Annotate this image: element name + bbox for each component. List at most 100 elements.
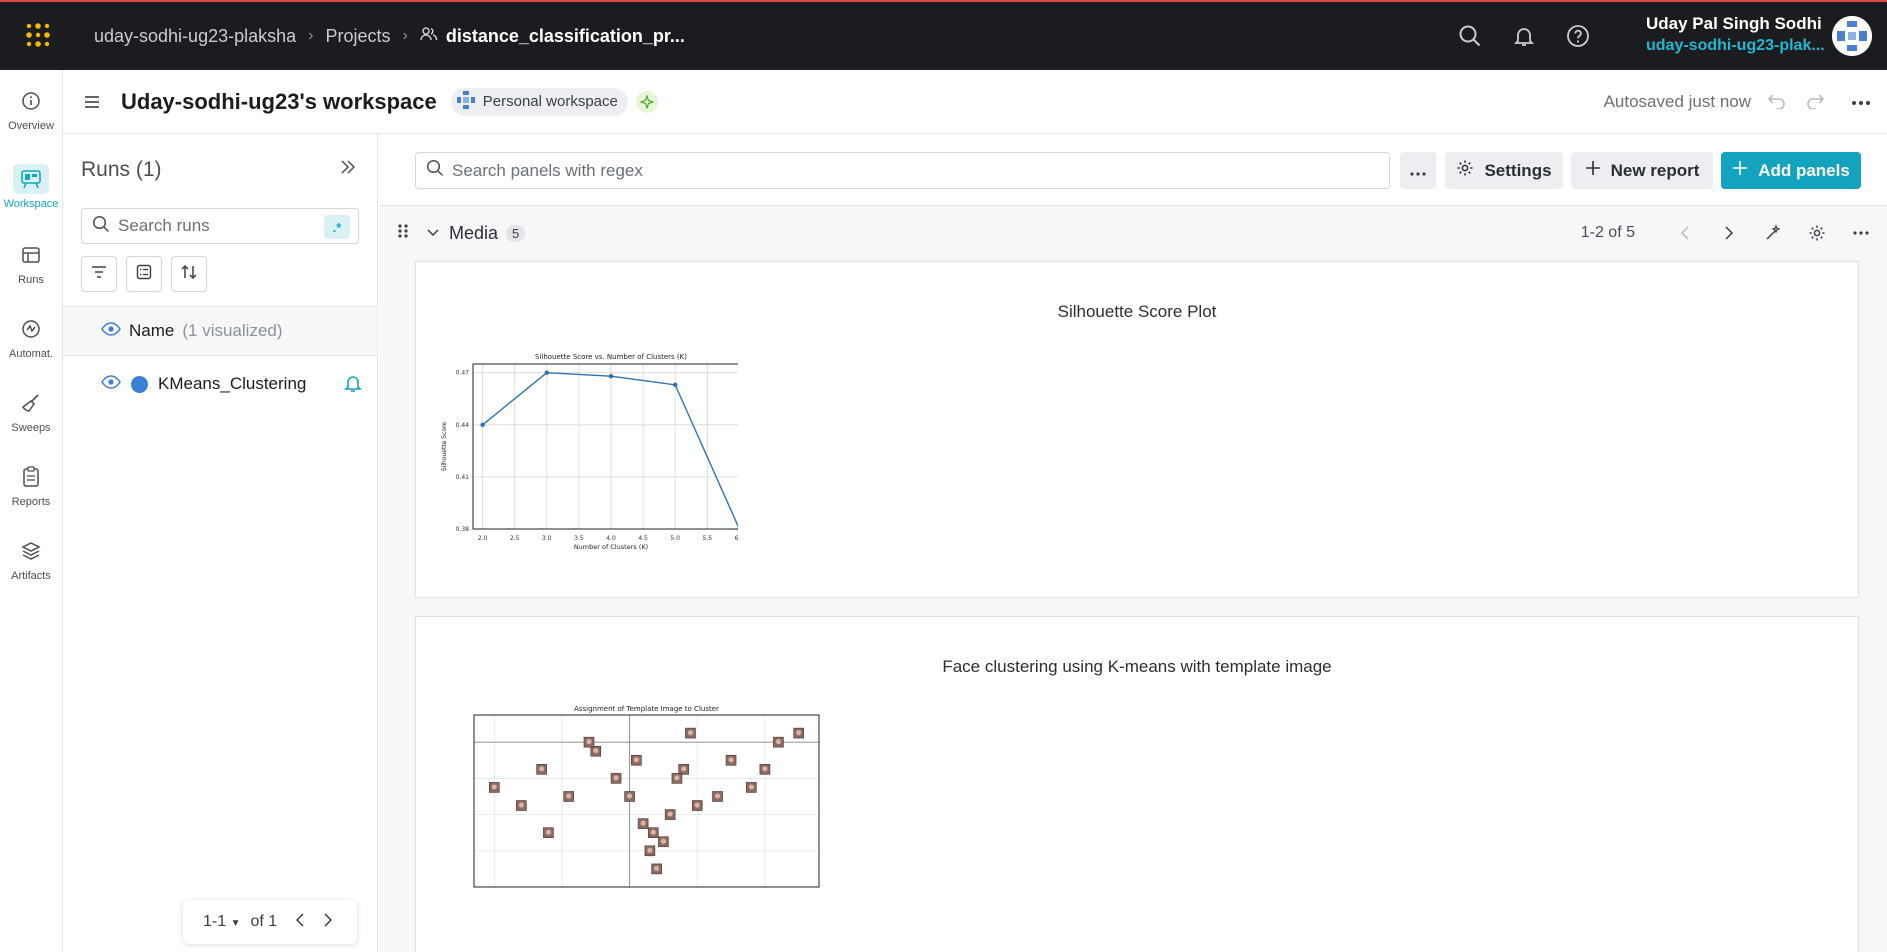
add-panels-label: Add panels: [1758, 160, 1850, 180]
nav-label: Automat.: [8, 348, 54, 360]
runs-table-header: Name (1 visualized): [63, 306, 377, 356]
face-clustering-chart: Assignment of Template Image to Cluster: [473, 705, 820, 888]
nav-overview[interactable]: Overview: [0, 78, 62, 140]
eye-icon[interactable]: [101, 321, 121, 341]
plot-frame: [472, 363, 738, 530]
broom-icon: [13, 388, 49, 418]
new-report-label: New report: [1610, 160, 1700, 180]
column-name[interactable]: Name: [129, 321, 174, 341]
chart-title: Silhouette Score vs. Number of Clusters …: [535, 353, 687, 361]
team-icon: [420, 26, 438, 47]
face-thumbnail: [647, 847, 653, 853]
search-icon[interactable]: [1456, 22, 1484, 50]
more-options-icon[interactable]: [1851, 93, 1871, 111]
chevron-right-icon[interactable]: [1707, 226, 1751, 240]
workspace-header: Uday-sodhi-ug23's workspace Personal wor…: [63, 70, 1887, 134]
breadcrumb-org[interactable]: uday-sodhi-ug23-plaksha: [94, 26, 296, 47]
user-name: Uday Pal Singh Sodhi: [1646, 14, 1822, 33]
data-point: [608, 373, 614, 379]
y-axis-label: Silhouette Score: [441, 422, 448, 472]
search-runs-input[interactable]: Search runs .*: [81, 208, 359, 244]
nav-automations[interactable]: Automat.: [0, 306, 62, 368]
settings-label: Settings: [1484, 160, 1552, 180]
help-icon[interactable]: [1564, 22, 1592, 50]
settings-button[interactable]: Settings: [1445, 152, 1563, 189]
info-icon: [13, 86, 49, 116]
face-thumbnail: [650, 829, 656, 835]
data-point: [480, 422, 485, 427]
panel-title: Face clustering using K-means with templ…: [942, 657, 1332, 676]
face-thumbnail: [566, 793, 572, 799]
regex-toggle[interactable]: .*: [324, 215, 350, 239]
chevron-right-icon: ›: [402, 27, 408, 44]
pager-range-select[interactable]: 1-1 ▼: [203, 913, 240, 931]
autosave-status: Autosaved just now: [1603, 92, 1751, 111]
section-title[interactable]: Media: [449, 223, 498, 244]
avatar[interactable]: [1832, 16, 1872, 56]
media-panel-silhouette[interactable]: Silhouette Score Plot Silhouette Score v…: [415, 261, 1859, 598]
nav-label: Runs: [18, 274, 44, 286]
chevron-right-icon: ›: [308, 27, 314, 44]
pager-of: of 1: [250, 913, 278, 930]
wandb-logo-icon[interactable]: [0, 2, 76, 70]
x-tick-label: 2.0: [478, 535, 488, 542]
face-thumbnail: [796, 730, 802, 736]
column-note: (1 visualized): [182, 321, 283, 340]
run-row[interactable]: KMeans_Clustering: [63, 358, 377, 410]
plus-icon: [1585, 160, 1601, 181]
y-tick-label: 0.47: [456, 370, 470, 377]
sparkle-icon[interactable]: [635, 90, 658, 113]
sort-button[interactable]: [171, 256, 207, 292]
search-icon: [426, 159, 444, 182]
chevron-down-icon[interactable]: [427, 224, 439, 242]
y-tick-label: 0.38: [456, 526, 470, 533]
gear-icon: [1456, 159, 1474, 182]
face-thumbnail: [681, 766, 687, 772]
silhouette-chart: Silhouette Score vs. Number of Clusters …: [441, 353, 738, 551]
user-info[interactable]: Uday Pal Singh Sodhi uday-sodhi-ug23-pla…: [1646, 14, 1825, 55]
new-report-button[interactable]: New report: [1571, 152, 1713, 189]
face-thumbnail: [545, 829, 552, 835]
nav-sweeps[interactable]: Sweeps: [0, 380, 62, 442]
media-panel-face-clustering[interactable]: Face clustering using K-means with templ…: [415, 616, 1859, 952]
undo-icon[interactable]: [1767, 91, 1787, 114]
pager-range: 1-1: [203, 913, 227, 930]
face-thumbnail: [660, 838, 667, 844]
collapse-panel-icon[interactable]: [339, 158, 357, 181]
sort-icon: [180, 263, 198, 286]
breadcrumb-projects[interactable]: Projects: [325, 26, 390, 47]
nav-artifacts[interactable]: Artifacts: [0, 528, 62, 590]
menu-icon[interactable]: [63, 94, 121, 110]
magic-wand-icon[interactable]: [1751, 224, 1795, 242]
more-options-icon[interactable]: [1839, 231, 1883, 235]
breadcrumb-project[interactable]: distance_classification_pr...: [420, 26, 685, 47]
top-bar: uday-sodhi-ug23-plaksha › Projects › dis…: [0, 0, 1887, 70]
add-panels-button[interactable]: Add panels: [1721, 152, 1861, 189]
run-name[interactable]: KMeans_Clustering: [158, 374, 306, 394]
nav-runs[interactable]: Runs: [0, 232, 62, 294]
drag-handle-icon[interactable]: [397, 223, 409, 244]
search-panels-input[interactable]: Search panels with regex: [415, 152, 1390, 189]
x-tick-label: 4.0: [606, 535, 616, 542]
section-page: 1-2 of 5: [1580, 224, 1635, 241]
more-button[interactable]: [1400, 152, 1436, 189]
run-color-dot[interactable]: [131, 375, 148, 393]
bell-icon[interactable]: [1510, 22, 1538, 50]
gear-icon[interactable]: [1795, 224, 1839, 242]
workspace-badge[interactable]: Personal workspace: [450, 87, 628, 116]
redo-icon[interactable]: [1805, 91, 1825, 114]
chevron-left-icon[interactable]: [1663, 226, 1707, 240]
x-tick-label: 3.0: [542, 535, 552, 542]
user-handle: uday-sodhi-ug23-plak...: [1646, 37, 1825, 54]
data-point: [672, 382, 678, 388]
group-button[interactable]: [126, 256, 162, 292]
chevron-left-icon[interactable]: [295, 912, 305, 932]
face-thumbnail: [775, 739, 782, 745]
chevron-right-icon[interactable]: [323, 912, 333, 932]
filter-button[interactable]: [81, 256, 117, 292]
eye-icon[interactable]: [101, 374, 121, 394]
nav-workspace[interactable]: Workspace: [0, 156, 62, 218]
run-alert-icon[interactable]: [343, 373, 363, 398]
data-point: [737, 527, 738, 531]
nav-reports[interactable]: Reports: [0, 454, 62, 516]
